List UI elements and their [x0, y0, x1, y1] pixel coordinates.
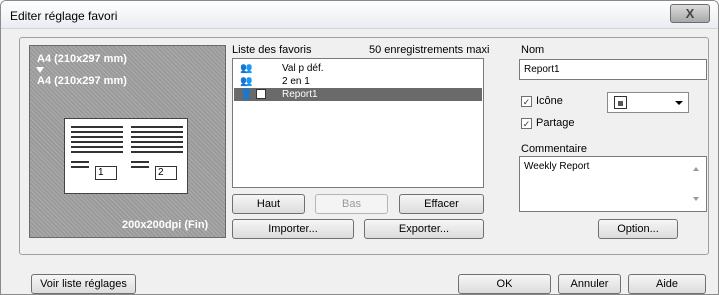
paper-size-bottom: A4 (210x297 mm) — [37, 75, 127, 87]
delete-button[interactable]: Effacer — [399, 194, 484, 214]
page-number-1: 1 — [95, 166, 117, 180]
import-button[interactable]: Importer... — [232, 219, 354, 239]
share-checkbox[interactable]: ✓ — [521, 118, 532, 129]
comment-scrollbar[interactable] — [688, 156, 705, 212]
user-icon: 👤 — [240, 89, 253, 100]
comment-label: Commentaire — [521, 143, 588, 155]
resolution-label: 200x200dpi (Fin) — [122, 219, 209, 231]
page-thumbnail: 1 2 — [64, 118, 188, 194]
page-preview: A4 (210x297 mm) A4 (210x297 mm) 1 2 200x… — [29, 45, 226, 238]
window-title: Editer réglage favori — [10, 9, 118, 23]
dialog-window: Editer réglage favori X A4 (210x297 mm) … — [0, 0, 719, 295]
document-icon — [256, 89, 266, 99]
users-icon: 👥 — [240, 63, 253, 74]
list-item-label: Val p déf. — [282, 63, 324, 74]
icon-label: Icône — [536, 95, 563, 107]
list-item[interactable]: 👥 Val p déf. — [234, 62, 482, 75]
users-icon: 👥 — [240, 76, 253, 87]
favorites-listbox[interactable]: 👥 Val p déf. 👥 2 en 1 👤 Report1 — [232, 58, 484, 188]
chevron-down-icon — [675, 101, 683, 105]
list-item[interactable]: 👥 2 en 1 — [234, 75, 482, 88]
icon-dropdown[interactable] — [607, 92, 689, 113]
icon-checkbox[interactable]: ✓ — [521, 96, 532, 107]
scroll-up-icon[interactable] — [693, 167, 699, 171]
close-button[interactable]: X — [670, 4, 710, 23]
document-icon — [614, 96, 627, 109]
arrow-down-icon — [36, 67, 44, 73]
close-icon: X — [685, 6, 695, 21]
name-label: Nom — [521, 44, 545, 56]
option-button[interactable]: Option... — [598, 219, 678, 239]
page-number-2: 2 — [155, 166, 177, 180]
paper-size-top: A4 (210x297 mm) — [37, 53, 127, 65]
favorites-list-header: Liste des favoris — [232, 44, 312, 56]
help-button[interactable]: Aide — [628, 274, 706, 294]
export-button[interactable]: Exporter... — [364, 219, 484, 239]
name-field[interactable]: Report1 — [519, 59, 707, 80]
settings-list-button[interactable]: Voir liste réglages — [31, 274, 136, 294]
favorites-count-label: 50 enregistrements maxi — [369, 44, 490, 56]
cancel-button[interactable]: Annuler — [558, 274, 621, 294]
move-up-button[interactable]: Haut — [232, 194, 305, 214]
move-down-button[interactable]: Bas — [315, 194, 388, 214]
title-bar: Editer réglage favori X — [1, 1, 718, 29]
ok-button[interactable]: OK — [458, 274, 551, 294]
comment-textarea[interactable]: Weekly Report — [519, 156, 707, 212]
share-label: Partage — [536, 117, 575, 129]
list-item-label: 2 en 1 — [282, 76, 310, 87]
scroll-down-icon[interactable] — [693, 197, 699, 201]
list-item-label: Report1 — [282, 89, 318, 100]
list-item-selected[interactable]: 👤 Report1 — [234, 88, 482, 101]
